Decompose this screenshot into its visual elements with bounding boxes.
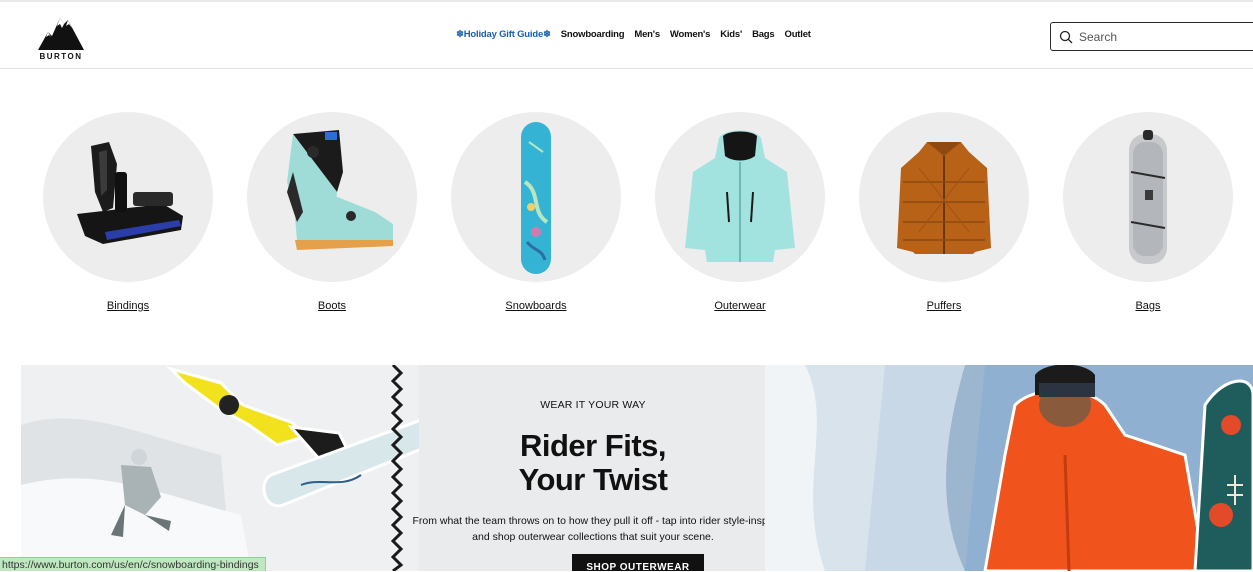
promo-headline: Rider Fits, Your Twist bbox=[421, 429, 765, 497]
snowboard-image[interactable] bbox=[451, 112, 621, 282]
burton-logo[interactable]: BURTON bbox=[36, 10, 86, 62]
category-boots[interactable]: Boots bbox=[246, 112, 418, 314]
search-input[interactable] bbox=[1079, 29, 1239, 44]
category-puffers[interactable]: Puffers bbox=[858, 112, 1030, 314]
snowboarders-photo[interactable] bbox=[21, 365, 470, 571]
main-nav: ❄Holiday Gift Guide❄ Snowboarding Men's … bbox=[456, 29, 811, 40]
promo-kicker: WEAR IT YOUR WAY bbox=[540, 399, 646, 411]
nav-kids[interactable]: Kids' bbox=[720, 29, 742, 40]
board-bag-image[interactable] bbox=[1063, 112, 1233, 282]
nav-mens[interactable]: Men's bbox=[634, 29, 660, 40]
logo-wordmark: BURTON bbox=[39, 52, 83, 61]
category-outerwear[interactable]: Outerwear bbox=[654, 112, 826, 314]
promo-copy: WEAR IT YOUR WAY Rider Fits, Your Twist … bbox=[412, 365, 774, 571]
category-label[interactable]: Outerwear bbox=[714, 300, 765, 312]
category-label[interactable]: Boots bbox=[318, 300, 346, 312]
promo-body: From what the team throws on to how they… bbox=[412, 515, 774, 543]
nav-holiday-gift-guide[interactable]: ❄Holiday Gift Guide❄ bbox=[456, 29, 551, 40]
category-snowboards[interactable]: Snowboards bbox=[450, 112, 622, 314]
category-carousel: Bindings Boots Snowboards Outerwear Puff… bbox=[0, 112, 1253, 322]
category-bindings[interactable]: Bindings bbox=[42, 112, 214, 314]
search-box[interactable] bbox=[1050, 22, 1253, 51]
promo-headline-line2: Your Twist bbox=[518, 462, 668, 497]
puffer-image[interactable] bbox=[859, 112, 1029, 282]
category-label[interactable]: Bindings bbox=[107, 300, 149, 312]
jacket-image[interactable] bbox=[655, 112, 825, 282]
status-bar-url: https://www.burton.com/us/en/c/snowboard… bbox=[0, 557, 266, 571]
category-label[interactable]: Bags bbox=[1135, 300, 1160, 312]
promo-banner: WEAR IT YOUR WAY Rider Fits, Your Twist … bbox=[21, 365, 1253, 571]
nav-snowboarding[interactable]: Snowboarding bbox=[561, 29, 625, 40]
nav-outlet[interactable]: Outlet bbox=[785, 29, 811, 40]
category-label[interactable]: Snowboards bbox=[505, 300, 566, 312]
shop-outerwear-button[interactable]: SHOP OUTERWEAR bbox=[572, 554, 704, 571]
promo-headline-line1: Rider Fits, bbox=[519, 428, 667, 463]
site-header: BURTON ❄Holiday Gift Guide❄ Snowboarding… bbox=[0, 2, 1253, 69]
mountain-logo-icon bbox=[38, 18, 84, 50]
boot-image[interactable] bbox=[247, 112, 417, 282]
rider-outerwear-photo[interactable] bbox=[765, 365, 1253, 571]
search-icon[interactable] bbox=[1059, 30, 1073, 44]
nav-bags[interactable]: Bags bbox=[752, 29, 775, 40]
binding-image[interactable] bbox=[43, 112, 213, 282]
category-label[interactable]: Puffers bbox=[927, 300, 962, 312]
nav-womens[interactable]: Women's bbox=[670, 29, 710, 40]
category-bags[interactable]: Bags bbox=[1062, 112, 1234, 314]
